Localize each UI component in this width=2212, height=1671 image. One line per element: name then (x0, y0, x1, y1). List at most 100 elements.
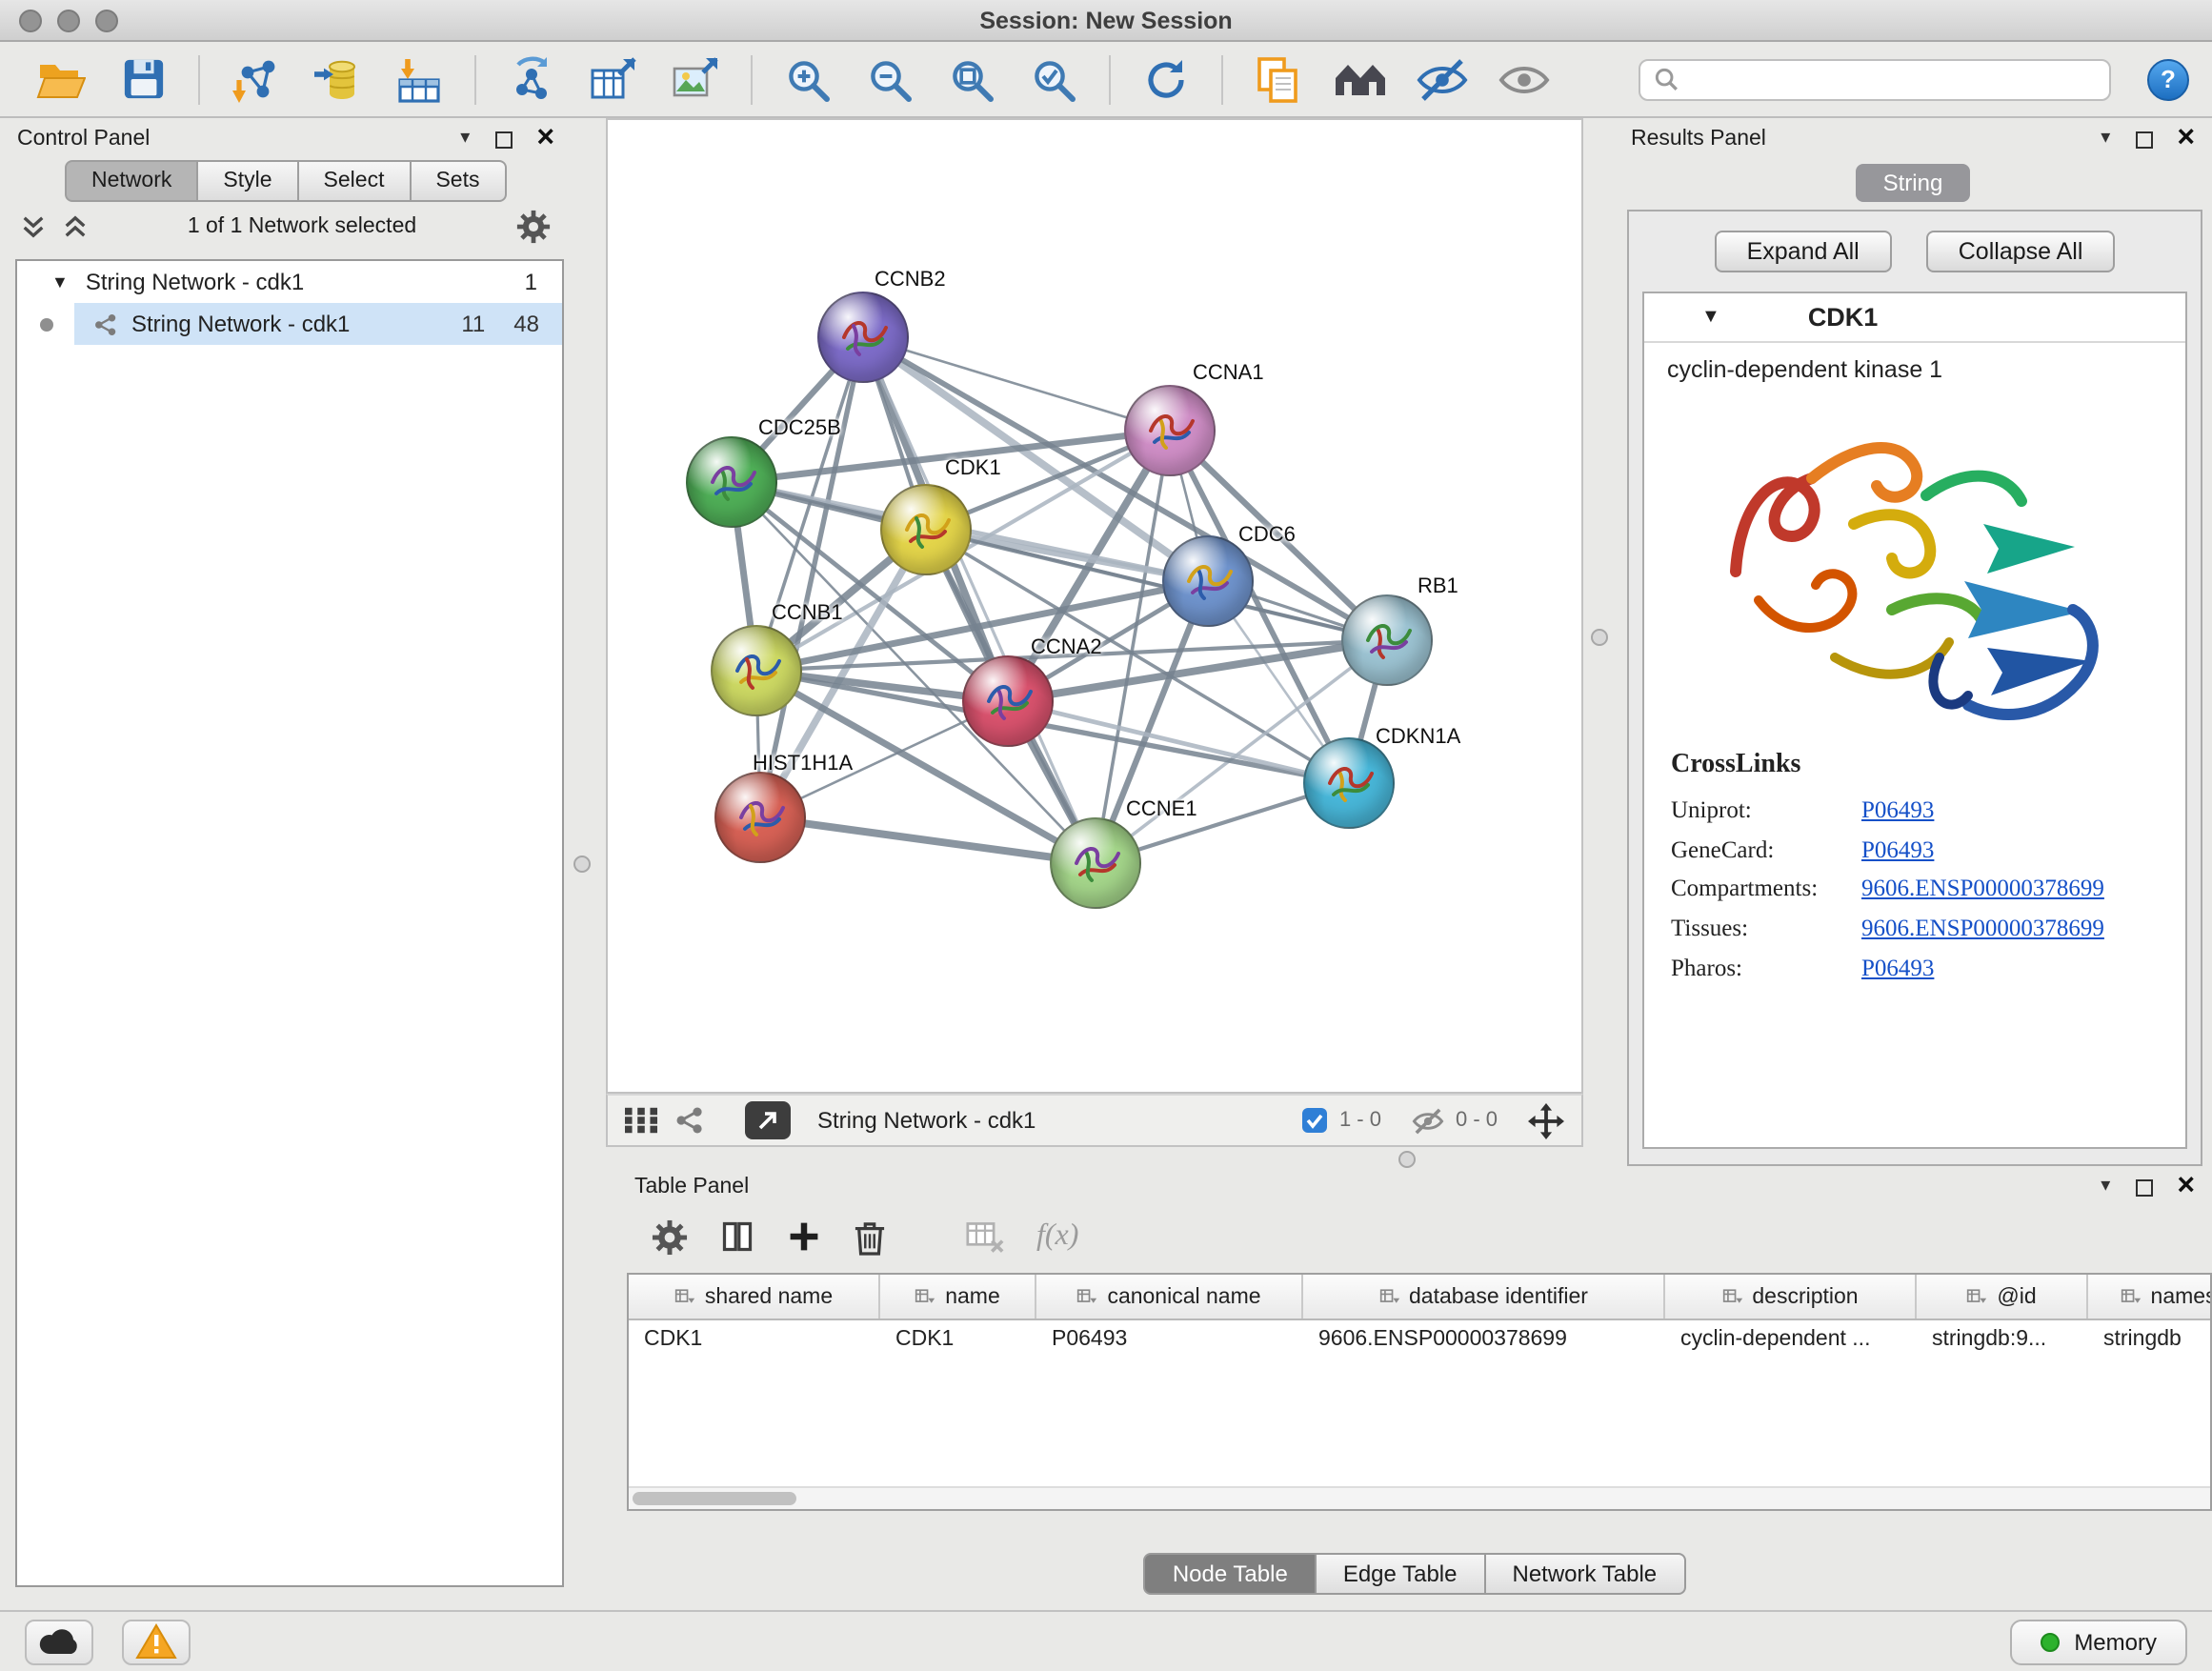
pan-crosshair-icon[interactable] (1528, 1102, 1564, 1138)
tab-node-table[interactable]: Node Table (1144, 1553, 1317, 1595)
tab-edge-table[interactable]: Edge Table (1315, 1553, 1486, 1595)
show-all-button[interactable] (1486, 47, 1562, 111)
column-header--id[interactable]: @id (1917, 1275, 2088, 1319)
bottom-splitter-grip[interactable] (1398, 1151, 1416, 1168)
cloud-status-button[interactable] (25, 1619, 93, 1664)
hidden-eye-slash-icon[interactable] (1412, 1106, 1444, 1135)
disclosure-triangle-icon[interactable]: ▼ (1701, 307, 1720, 328)
tab-network[interactable]: Network (65, 160, 198, 202)
network-edges (608, 120, 1581, 1092)
import-database-button[interactable] (299, 47, 375, 111)
status-bar: Memory (0, 1610, 2212, 1671)
network-node-ccnb2[interactable] (817, 292, 909, 383)
network-node-rb1[interactable] (1341, 594, 1433, 686)
table-row[interactable]: CDK1CDK1P064939606.ENSP00000378699cyclin… (629, 1320, 2210, 1362)
crosslink-label: Tissues: (1671, 909, 1861, 948)
window-minimize-button[interactable] (57, 10, 80, 32)
panel-collapse-icon[interactable]: ▾ (460, 130, 470, 149)
disclosure-triangle-icon[interactable]: ▼ (51, 272, 69, 292)
network-node-ccne1[interactable] (1050, 817, 1141, 909)
network-node-cdkn1a[interactable] (1303, 737, 1395, 829)
crosslinks-list: Uniprot:P06493GeneCard:P06493Compartment… (1671, 791, 2159, 987)
column-header-namespace[interactable]: namespace (2088, 1275, 2212, 1319)
collapse-all-icon[interactable] (21, 213, 46, 240)
tab-sets[interactable]: Sets (409, 160, 506, 202)
column-header-database-identifier[interactable]: database identifier (1303, 1275, 1665, 1319)
panel-float-icon[interactable] (2135, 1178, 2152, 1196)
panel-close-icon[interactable]: × (536, 124, 554, 154)
panel-close-icon[interactable]: × (2177, 124, 2195, 154)
save-session-button[interactable] (105, 47, 181, 111)
add-column-icon[interactable] (787, 1219, 821, 1254)
import-table-button[interactable] (381, 47, 457, 111)
delete-table-icon (966, 1220, 1004, 1253)
column-header-name[interactable]: name (880, 1275, 1036, 1319)
zoom-out-button[interactable] (852, 47, 928, 111)
tab-select[interactable]: Select (297, 160, 412, 202)
duplicate-button[interactable] (1240, 47, 1317, 111)
panel-close-icon[interactable]: × (2177, 1172, 2195, 1202)
panel-float-icon[interactable] (2135, 131, 2152, 148)
hscroll-thumb[interactable] (633, 1492, 796, 1505)
crosslink-link[interactable]: 9606.ENSP00000378699 (1861, 909, 2104, 948)
show-columns-icon[interactable] (720, 1219, 754, 1254)
network-node-hist1h1a[interactable] (714, 772, 806, 863)
network-node-ccna2[interactable] (962, 655, 1054, 747)
column-header-description[interactable]: description (1665, 1275, 1917, 1319)
tab-style[interactable]: Style (196, 160, 298, 202)
expand-all-icon[interactable] (63, 213, 88, 240)
tab-string[interactable]: String (1856, 164, 1970, 202)
export-table-button[interactable] (575, 47, 652, 111)
tab-network-table[interactable]: Network Table (1484, 1553, 1686, 1595)
window-close-button[interactable] (19, 10, 42, 32)
network-node-ccna1[interactable] (1124, 385, 1216, 476)
network-row-selected[interactable]: String Network - cdk1 11 48 (17, 303, 562, 345)
column-header-shared-name[interactable]: shared name (629, 1275, 880, 1319)
network-node-cdc6[interactable] (1162, 535, 1254, 627)
network-canvas[interactable]: CCNB2CCNA1CDC25BCDK1CDC6RB1CCNB1CCNA2CDK… (606, 118, 1583, 1094)
open-session-button[interactable] (23, 47, 99, 111)
network-node-cdc25b[interactable] (686, 436, 777, 528)
network-node-cdk1[interactable] (880, 484, 972, 575)
right-splitter-grip[interactable] (1591, 629, 1608, 646)
export-image-button[interactable] (657, 47, 734, 111)
hide-selected-button[interactable] (1404, 47, 1480, 111)
search-box[interactable] (1639, 58, 2111, 100)
panel-float-icon[interactable] (494, 131, 512, 148)
crosslink-link[interactable]: P06493 (1861, 830, 1934, 869)
import-database-icon (312, 54, 362, 104)
export-network-button[interactable] (493, 47, 570, 111)
column-header-canonical-name[interactable]: canonical name (1036, 1275, 1303, 1319)
share-network-icon[interactable] (674, 1105, 705, 1136)
gear-icon[interactable] (516, 210, 551, 244)
birdseye-grid-icon[interactable] (625, 1107, 657, 1134)
memory-button[interactable]: Memory (2009, 1619, 2187, 1664)
panel-collapse-icon[interactable]: ▾ (2101, 1178, 2110, 1197)
crosslink-link[interactable]: 9606.ENSP00000378699 (1861, 870, 2104, 909)
table-hscrollbar[interactable] (629, 1486, 2210, 1509)
warnings-button[interactable] (122, 1619, 191, 1664)
crosslink-link[interactable]: P06493 (1861, 948, 1934, 987)
zoom-fit-button[interactable] (934, 47, 1010, 111)
expand-all-button[interactable]: Expand All (1715, 231, 1892, 272)
panel-collapse-icon[interactable]: ▾ (2101, 130, 2110, 149)
zoom-selected-button[interactable] (1016, 47, 1092, 111)
window-zoom-button[interactable] (95, 10, 118, 32)
left-splitter-grip[interactable] (573, 856, 591, 873)
refresh-view-button[interactable] (1128, 47, 1204, 111)
trash-icon[interactable] (854, 1218, 886, 1255)
crosslink-link[interactable]: P06493 (1861, 791, 1934, 830)
import-network-button[interactable] (217, 47, 293, 111)
open-in-new-window-button[interactable] (745, 1101, 791, 1139)
gene-card-header[interactable]: ▼ CDK1 (1644, 293, 2185, 343)
zoom-in-button[interactable] (770, 47, 846, 111)
network-collection-row[interactable]: ▼ String Network - cdk1 1 (17, 261, 562, 303)
help-button[interactable]: ? (2147, 58, 2189, 100)
node-label-rb1: RB1 (1418, 575, 1458, 598)
collapse-all-button[interactable]: Collapse All (1926, 231, 2116, 272)
selected-checkbox-icon[interactable] (1301, 1107, 1328, 1134)
overview-button[interactable] (1322, 47, 1398, 111)
search-input[interactable] (1688, 68, 2096, 91)
network-node-ccnb1[interactable] (711, 625, 802, 716)
gear-icon[interactable] (652, 1218, 688, 1255)
